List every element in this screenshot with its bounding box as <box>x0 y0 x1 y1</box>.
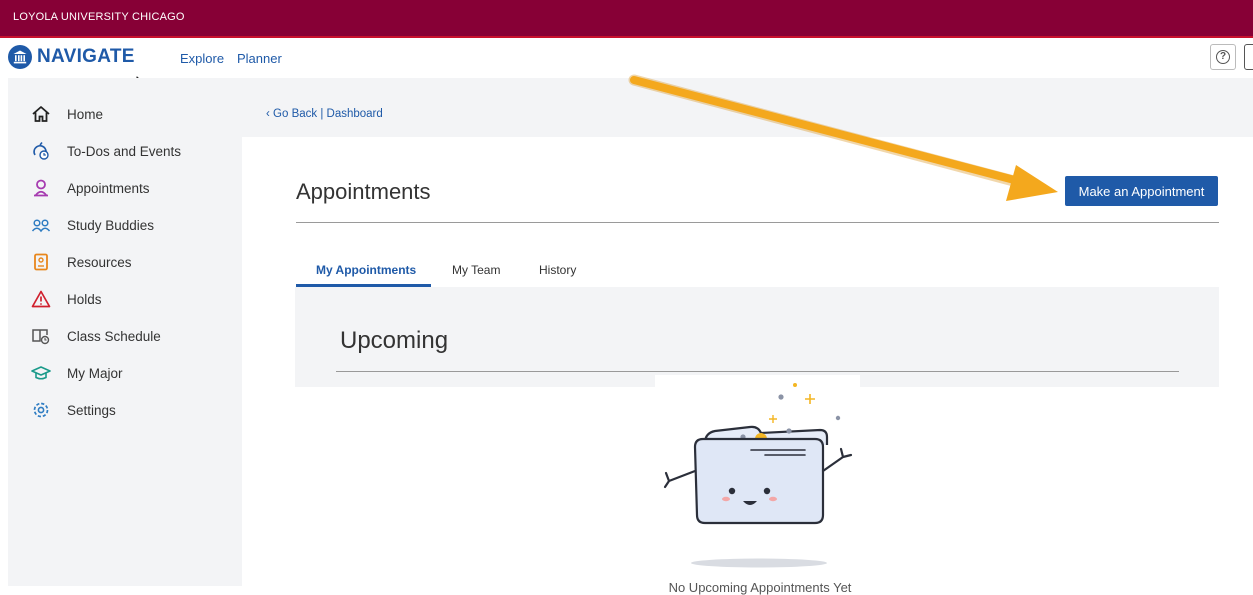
nav-explore-link[interactable]: Explore <box>180 51 224 66</box>
sidebar-item-label: Home <box>67 106 104 122</box>
breadcrumb-bar <box>242 78 1253 137</box>
tab-my-team[interactable]: My Team <box>452 263 500 277</box>
divider <box>296 222 1219 223</box>
resources-icon <box>30 251 52 273</box>
make-appointment-button[interactable]: Make an Appointment <box>1065 176 1218 206</box>
sidebar-item-label: Resources <box>67 254 132 270</box>
page-title: Appointments <box>296 179 431 204</box>
sidebar-item-label: Holds <box>67 291 102 307</box>
sidebar: Home To-Dos and Events Appointments Stud… <box>8 78 242 586</box>
banner-title: LOYOLA UNIVERSITY CHICAGO <box>13 11 185 23</box>
schedule-icon <box>30 325 52 347</box>
sidebar-item-my-major[interactable]: My Major <box>30 362 123 384</box>
empty-state-message: No Upcoming Appointments Yet <box>668 580 852 595</box>
people-icon <box>30 214 52 236</box>
breadcrumb[interactable]: ‹ Go Back | Dashboard <box>266 108 383 120</box>
empty-folder-illustration <box>655 375 860 575</box>
university-banner: LOYOLA UNIVERSITY CHICAGO <box>0 0 1253 38</box>
warning-icon <box>30 288 52 310</box>
graduation-cap-icon <box>30 362 52 384</box>
sidebar-item-appointments[interactable]: Appointments <box>30 177 150 199</box>
navigate-logo[interactable]: NAVIGATE <box>8 45 135 69</box>
sidebar-item-label: To-Dos and Events <box>67 143 182 159</box>
sidebar-item-label: Settings <box>67 402 116 418</box>
home-icon <box>30 103 52 125</box>
sidebar-item-home[interactable]: Home <box>30 103 103 125</box>
person-icon <box>30 177 52 199</box>
university-building-icon <box>8 45 32 69</box>
sidebar-item-class-schedule[interactable]: Class Schedule <box>30 325 161 347</box>
account-menu-button[interactable] <box>1244 44 1253 70</box>
top-navigation: NAVIGATE Explore Planner ? <box>0 38 1253 78</box>
sidebar-item-resources[interactable]: Resources <box>30 251 132 273</box>
sidebar-item-label: My Major <box>67 365 123 381</box>
sidebar-item-label: Class Schedule <box>67 328 161 344</box>
sidebar-item-todos[interactable]: To-Dos and Events <box>30 140 181 162</box>
todo-icon <box>30 140 52 162</box>
nav-planner-link[interactable]: Planner <box>237 51 282 66</box>
sidebar-item-settings[interactable]: Settings <box>30 399 116 421</box>
upcoming-heading: Upcoming <box>340 327 449 354</box>
chevron-left-icon: ‹ <box>266 108 270 120</box>
go-back-link[interactable]: Go Back | Dashboard <box>273 108 383 120</box>
help-button[interactable]: ? <box>1210 44 1236 70</box>
sidebar-item-label: Appointments <box>67 180 150 196</box>
logo-text: NAVIGATE <box>37 46 135 67</box>
appointment-tabs: My Appointments My Team History <box>296 254 1036 288</box>
sidebar-item-label: Study Buddies <box>67 217 155 233</box>
help-circle-icon: ? <box>1216 50 1230 64</box>
divider <box>336 371 1179 372</box>
tab-my-appointments[interactable]: My Appointments <box>316 263 416 277</box>
gear-icon <box>30 399 52 421</box>
tab-history[interactable]: History <box>539 263 576 277</box>
sidebar-item-study-buddies[interactable]: Study Buddies <box>30 214 154 236</box>
sidebar-item-holds[interactable]: Holds <box>30 288 102 310</box>
